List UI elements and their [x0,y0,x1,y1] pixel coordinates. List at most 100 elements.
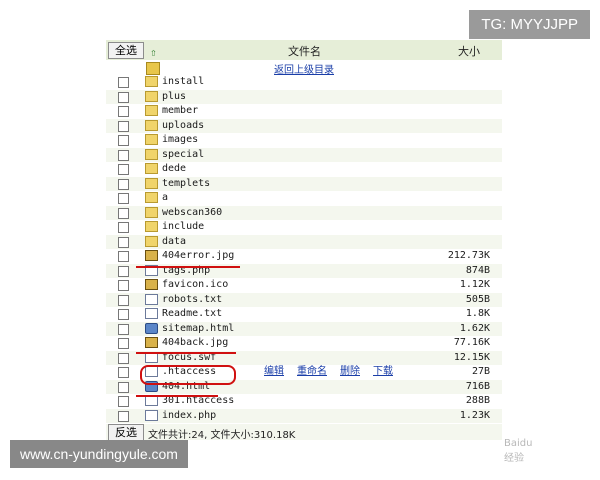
file-name[interactable]: Readme.txt [162,307,222,321]
folder-icon [145,105,158,116]
folder-row[interactable]: webscan360 [106,205,502,220]
file-name[interactable]: templets [162,177,210,191]
folder-row[interactable]: include [106,220,502,235]
file-name[interactable]: robots.txt [162,293,222,307]
file-name[interactable]: member [162,104,198,118]
file-size: 716B [465,380,490,392]
folder-row[interactable]: dede [106,162,502,177]
delete-link[interactable]: 删除 [340,366,360,377]
row-checkbox[interactable] [118,178,129,190]
edit-link[interactable]: 编辑 [264,366,284,377]
folder-icon [145,221,158,232]
file-name[interactable]: favicon.ico [162,278,228,292]
file-size: 1.8K [465,308,490,319]
folder-row[interactable]: special [106,147,502,162]
row-checkbox[interactable] [118,149,129,161]
file-row[interactable]: index.php 1.23K [106,408,502,423]
rename-link[interactable]: 重命名 [297,366,327,377]
file-name[interactable]: uploads [162,119,204,133]
file-name[interactable]: 404back.jpg [162,336,228,350]
red-annotation-mark [136,352,236,354]
file-summary: 文件共计:24, 文件大小:310.18K [148,430,296,441]
file-name[interactable]: sitemap.html [162,322,234,336]
folder-icon [145,76,158,87]
row-actions: 编辑 重命名 删除 下载 [264,365,406,379]
file-icon [145,409,158,421]
row-checkbox[interactable] [118,106,129,117]
table-header: 全选 ⇧ 文件名 大小 [106,40,502,60]
row-checkbox[interactable] [118,77,129,88]
folder-row[interactable]: plus [106,89,502,104]
file-name[interactable]: 404error.jpg [162,249,234,263]
file-row[interactable]: robots.txt 505B [106,292,502,307]
row-checkbox[interactable] [118,367,129,378]
file-name[interactable]: index.php [162,409,216,423]
tg-tag: TG: MYYJJPP [469,10,590,39]
file-name[interactable]: plus [162,90,186,104]
parent-dir-row: 返回上级目录 [106,60,502,76]
folder-row[interactable]: install [106,75,502,90]
row-checkbox[interactable] [118,251,129,262]
row-checkbox[interactable] [118,309,129,320]
file-name[interactable]: install [162,75,204,89]
folder-row[interactable]: a [106,191,502,206]
row-checkbox[interactable] [118,294,129,306]
row-checkbox[interactable] [118,352,129,364]
file-name[interactable]: webscan360 [162,206,222,220]
folder-row[interactable]: data [106,234,502,249]
web-icon [145,322,158,334]
download-link[interactable]: 下载 [373,366,393,377]
file-name[interactable]: a [162,191,168,205]
folder-icon [145,90,158,102]
row-checkbox[interactable] [118,265,129,277]
invert-selection-button[interactable]: 反选 [108,424,144,441]
file-row[interactable]: 404error.jpg 212.73K [106,249,502,264]
file-size: 288B [465,395,490,406]
file-size: 505B [465,293,490,305]
folder-icon [145,119,158,131]
row-checkbox[interactable] [118,381,129,393]
file-name[interactable]: data [162,235,186,249]
file-row[interactable]: Readme.txt 1.8K [106,307,502,322]
row-checkbox[interactable] [118,193,129,204]
red-annotation-mark [136,266,240,268]
row-checkbox[interactable] [118,410,129,422]
select-all-button[interactable]: 全选 [108,42,144,59]
folder-icon [145,192,158,203]
row-checkbox[interactable] [118,91,129,103]
file-name[interactable]: images [162,133,198,147]
row-checkbox[interactable] [118,280,129,291]
file-name[interactable]: dede [162,162,186,176]
file-size: 874B [465,264,490,276]
file-name[interactable]: special [162,148,204,162]
image-icon [145,337,158,348]
file-row[interactable]: favicon.ico 1.12K [106,278,502,293]
red-annotation-mark [136,395,218,397]
folder-row[interactable]: images [106,133,502,148]
row-checkbox[interactable] [118,396,129,407]
parent-dir-link[interactable]: 返回上级目录 [274,61,334,76]
file-size: 1.62K [459,322,490,334]
file-size: 212.73K [447,250,490,261]
filename-column-header: 文件名 [288,45,321,58]
file-row[interactable]: 404back.jpg 77.16K [106,336,502,351]
folder-row[interactable]: uploads [106,118,502,133]
row-checkbox[interactable] [118,135,129,146]
row-checkbox[interactable] [118,120,129,132]
folder-icon [145,148,158,160]
file-size: 1.12K [459,279,490,290]
row-checkbox[interactable] [118,164,129,175]
baidu-watermark: Baidu经验 [504,438,533,464]
folder-row[interactable]: member [106,104,502,119]
row-checkbox[interactable] [118,207,129,219]
row-checkbox[interactable] [118,323,129,335]
row-checkbox[interactable] [118,338,129,349]
size-column-header: 大小 [458,45,480,58]
folder-row[interactable]: templets [106,176,502,191]
file-row[interactable]: sitemap.html 1.62K [106,321,502,336]
row-checkbox[interactable] [118,236,129,248]
folder-icon [145,177,158,189]
file-name[interactable]: include [162,220,204,234]
image-icon [145,279,158,290]
row-checkbox[interactable] [118,222,129,233]
